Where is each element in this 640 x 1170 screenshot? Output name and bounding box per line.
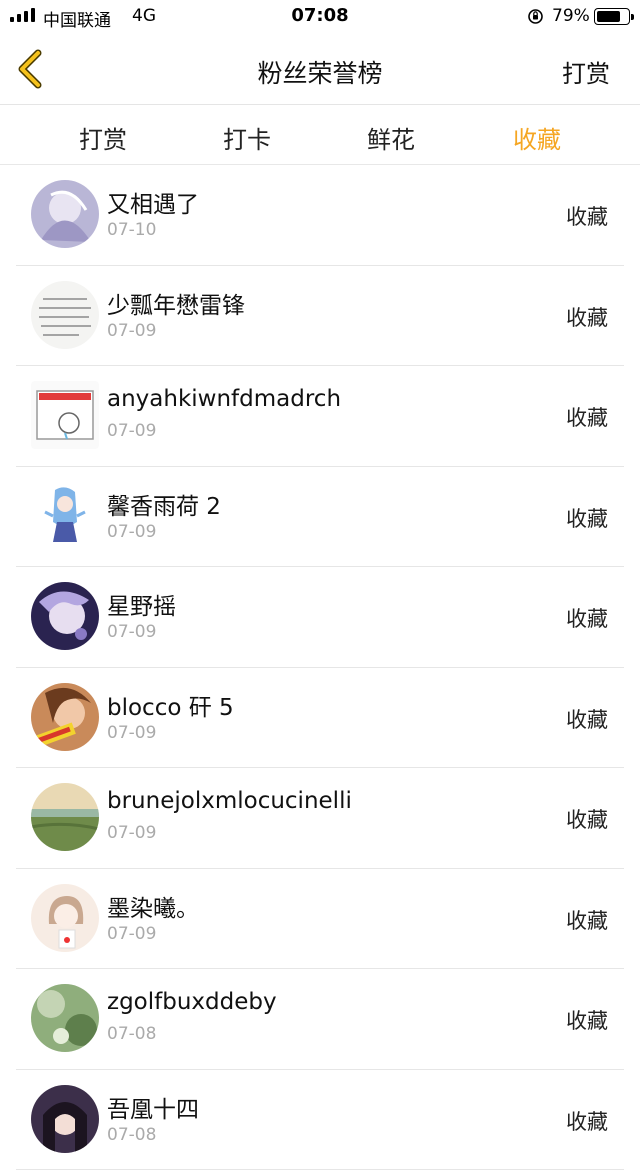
- avatar: [31, 783, 99, 851]
- user-name: 星野摇: [107, 587, 176, 621]
- list-item[interactable]: zgolfbuxddeby 07-08 收藏: [16, 969, 624, 1070]
- status-time: 07:08: [0, 5, 640, 26]
- tab-checkin[interactable]: 打卡: [197, 120, 297, 155]
- action-label: 收藏: [566, 804, 608, 834]
- action-label: 收藏: [566, 704, 608, 734]
- action-label: 收藏: [566, 503, 608, 533]
- user-name: anyahkiwnfdmadrch: [107, 386, 341, 412]
- fan-list: 又相遇了 07-10 收藏 少瓢年懋雷锋 07-09 收藏 anyahkiwnf…: [0, 165, 640, 1170]
- action-label: 收藏: [566, 905, 608, 935]
- list-item[interactable]: 吾凰十四 07-08 收藏: [16, 1070, 624, 1170]
- avatar: [31, 683, 99, 751]
- tab-flowers[interactable]: 鲜花: [341, 120, 441, 155]
- action-label: 收藏: [566, 402, 608, 432]
- avatar: [31, 281, 99, 349]
- avatar: [31, 884, 99, 952]
- list-item[interactable]: anyahkiwnfdmadrch 07-09 收藏: [16, 366, 624, 467]
- rotation-lock-icon: [527, 8, 544, 25]
- user-name: 又相遇了: [107, 185, 199, 219]
- back-button[interactable]: [10, 48, 50, 90]
- user-date: 07-08: [107, 1125, 156, 1145]
- action-label: 收藏: [566, 302, 608, 332]
- avatar: [31, 482, 99, 550]
- reward-button[interactable]: 打赏: [562, 54, 610, 89]
- user-date: 07-09: [107, 622, 156, 642]
- list-item[interactable]: 墨染曦。 07-09 收藏: [16, 869, 624, 970]
- action-label: 收藏: [566, 1106, 608, 1136]
- user-name: 吾凰十四: [107, 1090, 199, 1124]
- user-name: brunejolxmlocucinelli: [107, 788, 352, 814]
- user-date: 07-09: [107, 823, 156, 843]
- list-item[interactable]: 少瓢年懋雷锋 07-09 收藏: [16, 266, 624, 367]
- page-title: 粉丝荣誉榜: [0, 54, 640, 90]
- list-item[interactable]: 星野摇 07-09 收藏: [16, 567, 624, 668]
- user-name: 墨染曦。: [107, 889, 199, 923]
- avatar: [31, 582, 99, 650]
- user-name: blocco 矸 5: [107, 688, 234, 722]
- user-date: 07-09: [107, 924, 156, 944]
- user-name: 少瓢年懋雷锋: [107, 286, 245, 320]
- user-date: 07-09: [107, 321, 156, 341]
- action-label: 收藏: [566, 201, 608, 231]
- nav-bar: 粉丝荣誉榜 打赏: [0, 34, 640, 105]
- list-item[interactable]: 又相遇了 07-10 收藏: [16, 165, 624, 266]
- avatar: [31, 984, 99, 1052]
- user-date: 07-09: [107, 421, 156, 441]
- user-name: zgolfbuxddeby: [107, 989, 277, 1015]
- list-item[interactable]: 馨香雨荷 2 07-09 收藏: [16, 467, 624, 568]
- battery-percent: 79%: [552, 6, 590, 26]
- list-item[interactable]: brunejolxmlocucinelli 07-09 收藏: [16, 768, 624, 869]
- tab-bar: 打赏 打卡 鲜花 收藏: [0, 105, 640, 165]
- user-name: 馨香雨荷 2: [107, 487, 221, 521]
- avatar: [31, 180, 99, 248]
- list-item[interactable]: blocco 矸 5 07-09 收藏: [16, 668, 624, 769]
- action-label: 收藏: [566, 603, 608, 633]
- user-date: 07-09: [107, 723, 156, 743]
- user-date: 07-09: [107, 522, 156, 542]
- status-bar: 中国联通 4G 07:08 79%: [0, 0, 640, 34]
- action-label: 收藏: [566, 1005, 608, 1035]
- avatar: [31, 381, 99, 449]
- battery-icon: [594, 8, 630, 25]
- avatar: [31, 1085, 99, 1153]
- tab-favorites[interactable]: 收藏: [487, 120, 587, 155]
- tab-reward[interactable]: 打赏: [53, 120, 153, 155]
- user-date: 07-08: [107, 1024, 156, 1044]
- chevron-left-icon: [10, 48, 50, 90]
- user-date: 07-10: [107, 220, 156, 240]
